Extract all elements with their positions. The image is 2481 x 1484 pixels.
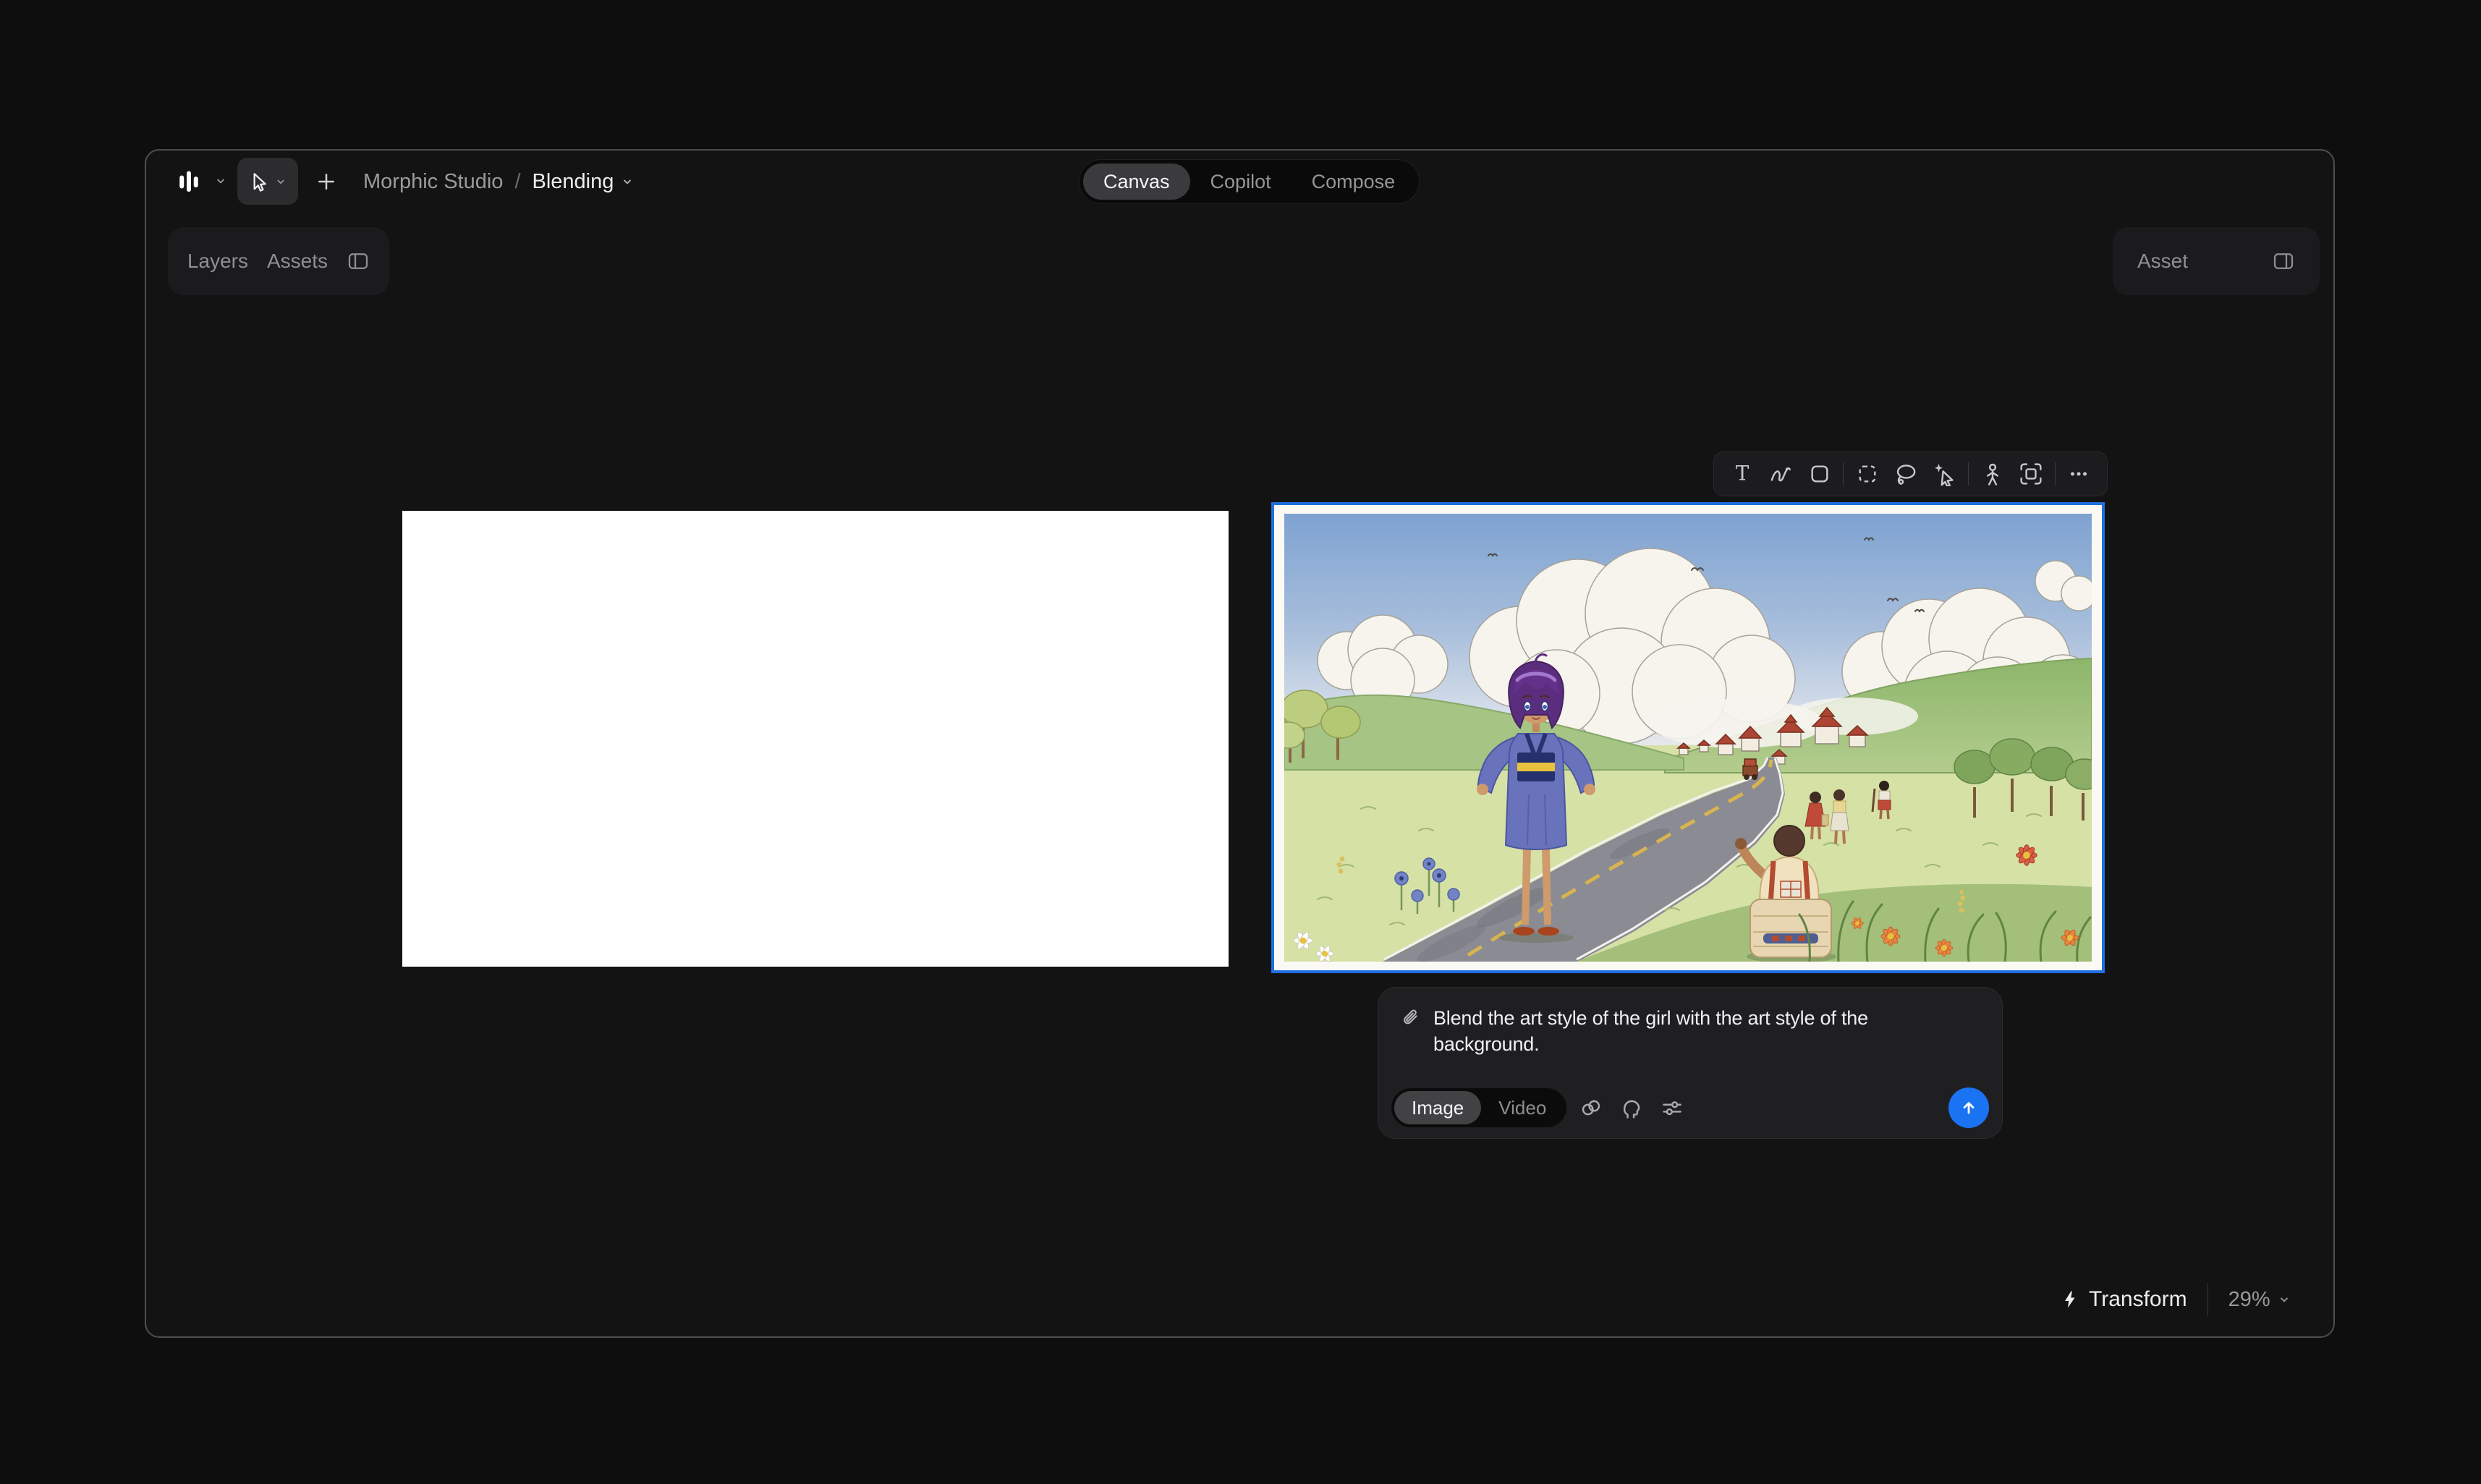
statusbar: Transform 29% [2060,1276,2292,1323]
chevron-down-icon [619,174,635,190]
toolbar-divider [1968,462,1969,486]
layers-tab[interactable]: Layers [187,250,248,273]
view-tabs: Canvas Copilot Compose [1079,159,1420,204]
breadcrumb-separator: / [514,170,520,194]
right-panel-toggle: Asset [2113,227,2320,295]
magic-select-tool-button[interactable] [1930,459,1960,489]
app-window: Morphic Studio / Blending Canvas Copilot… [145,149,2335,1338]
zoom-level[interactable]: 29% [2228,1288,2270,1312]
draw-tool-button[interactable] [1765,459,1796,489]
tab-compose[interactable]: Compose [1292,164,1416,200]
panel-left-icon[interactable] [347,250,370,273]
marquee-select-tool-button[interactable] [1852,459,1883,489]
arrow-up-icon [1958,1097,1980,1119]
send-button[interactable] [1948,1087,1989,1128]
prompt-input[interactable]: Blend the art style of the girl with the… [1433,1005,1933,1057]
prompt-row: Blend the art style of the girl with the… [1400,1005,1933,1057]
chevron-down-icon [273,174,288,189]
transform-button[interactable]: Transform [2089,1287,2187,1312]
paperclip-icon[interactable] [1400,1006,1422,1057]
logo-menu-button[interactable] [174,161,229,201]
prompt-box: Blend the art style of the girl with the… [1378,987,2003,1139]
select-tool-button[interactable] [237,158,298,205]
toolbar-divider [2055,462,2056,486]
canvas-toolbar: T [1713,451,2108,496]
tab-canvas[interactable]: Canvas [1083,164,1190,200]
mode-video[interactable]: Video [1481,1091,1564,1124]
mode-image[interactable]: Image [1394,1091,1481,1124]
assets-tab[interactable]: Assets [267,250,328,273]
left-panel-toggle: Layers Assets [168,227,389,295]
chevron-down-icon [213,173,229,189]
more-tools-button[interactable] [2064,459,2094,489]
desktop-background: Morphic Studio / Blending Canvas Copilot… [0,0,2481,1484]
frame-tool-button[interactable] [2016,459,2046,489]
persona-icon[interactable] [1616,1092,1647,1124]
prompt-actions: Image Video [1391,1087,1989,1128]
image-artboard-selected[interactable] [1271,502,2105,973]
breadcrumb-project-name[interactable]: Blending [533,170,636,194]
tab-copilot[interactable]: Copilot [1190,164,1292,200]
shape-tool-button[interactable] [1804,459,1835,489]
svg-text:T: T [1736,462,1750,486]
add-button[interactable] [308,164,344,200]
lasso-tool-button[interactable] [1891,459,1921,489]
settings-sliders-icon[interactable] [1656,1092,1688,1124]
chevron-down-icon[interactable] [2276,1292,2292,1307]
breadcrumb: Morphic Studio / Blending [363,150,635,213]
lightning-bolt-icon [2060,1289,2080,1310]
text-tool-button[interactable]: T [1727,459,1757,489]
mode-toggle: Image Video [1391,1088,1566,1127]
loops-icon[interactable] [1575,1092,1607,1124]
blank-artboard[interactable] [402,511,1229,967]
morphic-logo-icon [174,166,204,196]
pose-tool-button[interactable] [1977,459,2008,489]
toolbar-divider [1843,462,1844,486]
breadcrumb-app-name[interactable]: Morphic Studio [363,170,503,194]
watercolor-illustration [1274,505,2102,970]
cursor-icon [247,171,269,192]
panel-right-icon[interactable] [2272,250,2295,273]
asset-tab[interactable]: Asset [2137,250,2188,273]
